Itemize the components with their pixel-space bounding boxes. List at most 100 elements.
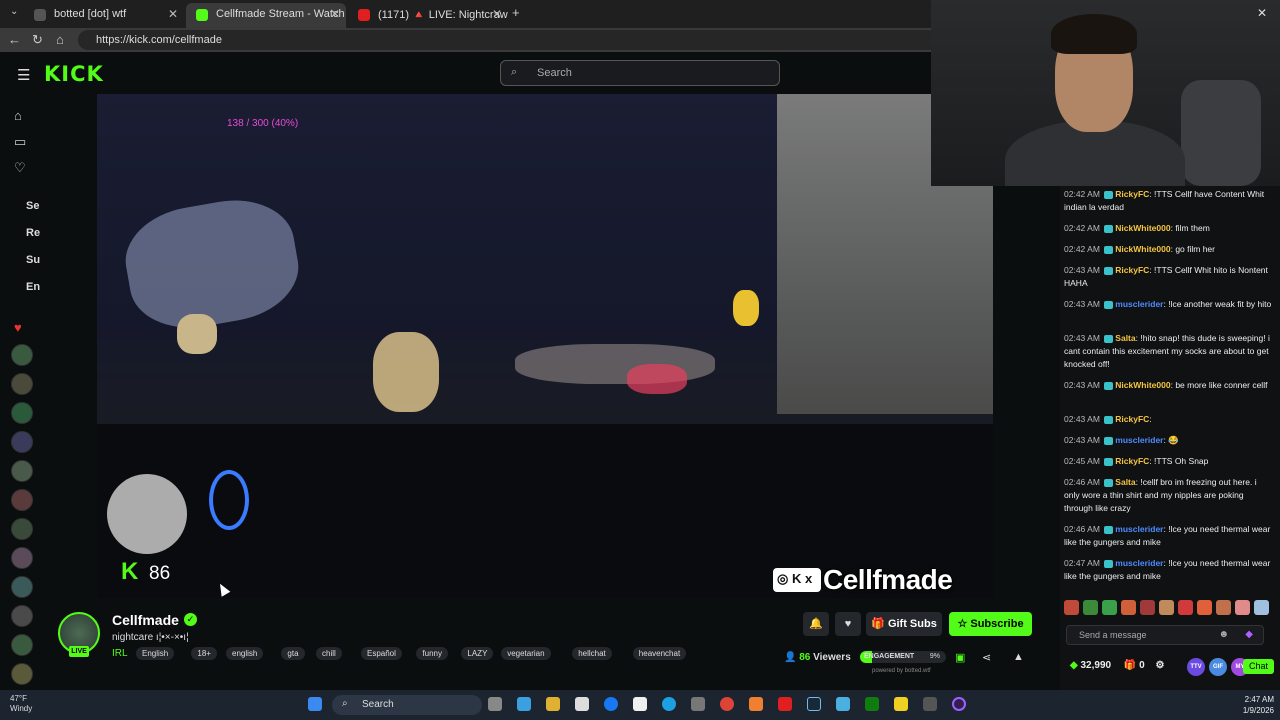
chat-username[interactable]: RickyFC: [1115, 265, 1149, 275]
avatar[interactable]: [11, 431, 33, 453]
chat-username[interactable]: NickWhite000: [1115, 380, 1170, 390]
browse-icon[interactable]: ▭: [14, 134, 26, 150]
xbox-icon[interactable]: [865, 697, 879, 711]
video-player[interactable]: 138 / 300 (40%) K 86 ◎ K x Cellfmade: [97, 94, 993, 598]
emote-icon[interactable]: [1064, 600, 1079, 615]
stream-tag[interactable]: 18+: [191, 647, 217, 660]
sticky-notes-icon[interactable]: [894, 697, 908, 711]
emote-picker-icon[interactable]: ◆: [1245, 629, 1253, 640]
stream-tag[interactable]: gta: [281, 647, 305, 660]
search-input[interactable]: ⌕ Search: [500, 60, 780, 86]
stream-tag[interactable]: chill: [316, 647, 342, 660]
close-icon[interactable]: ✕: [1257, 6, 1267, 20]
stream-category[interactable]: IRL: [112, 648, 128, 659]
settings-icon[interactable]: [923, 697, 937, 711]
emote-icon[interactable]: [1178, 600, 1193, 615]
tab-list-chevron-icon[interactable]: ⌄: [10, 6, 18, 17]
amazon-icon[interactable]: [633, 697, 647, 711]
back-arrow-icon[interactable]: ←: [8, 32, 21, 47]
home-icon[interactable]: ⌂: [14, 108, 22, 123]
report-icon[interactable]: ▲: [1013, 651, 1024, 663]
avatar[interactable]: [11, 373, 33, 395]
chat-send-button[interactable]: Chat: [1243, 659, 1274, 674]
stream-tag[interactable]: heavenchat: [632, 647, 687, 660]
task-view-icon[interactable]: [488, 697, 502, 711]
close-icon[interactable]: ✕: [492, 7, 502, 21]
notification-bell-button[interactable]: 🔔: [803, 612, 829, 636]
url-field[interactable]: https://kick.com/cellfmade: [78, 30, 938, 50]
share-icon[interactable]: ⋖: [982, 651, 991, 664]
kick-logo[interactable]: KICK: [44, 62, 104, 86]
chat-username[interactable]: NickWhite000: [1115, 223, 1170, 233]
stream-tag[interactable]: Español: [361, 647, 402, 660]
sidebar-item-label[interactable]: Su: [26, 254, 40, 266]
avatar[interactable]: [11, 518, 33, 540]
edge-icon[interactable]: [662, 697, 676, 711]
chat-message[interactable]: 02:42 AM RickyFC: !TTS Cellf have Conten…: [1064, 188, 1272, 214]
reload-icon[interactable]: ↻: [32, 32, 43, 48]
chat-message[interactable]: 02:45 AM RickyFC: !TTS Oh Snap: [1064, 455, 1272, 468]
chat-username[interactable]: musclerider: [1115, 524, 1163, 534]
emote-icon[interactable]: [1121, 600, 1136, 615]
chat-username[interactable]: RickyFC: [1115, 456, 1149, 466]
chat-message-input[interactable]: Send a message ☻ ◆: [1066, 625, 1264, 645]
obs-icon[interactable]: [952, 697, 966, 711]
stream-tag[interactable]: English: [136, 647, 175, 660]
chip-gif[interactable]: GIF: [1209, 658, 1227, 676]
chat-username[interactable]: musclerider: [1115, 558, 1163, 568]
avatar[interactable]: [11, 576, 33, 598]
facebook-icon[interactable]: [604, 697, 618, 711]
close-icon[interactable]: ✕: [330, 7, 340, 21]
avatar[interactable]: [11, 344, 33, 366]
tab-youtube[interactable]: (1171) 🔺 LIVE: Nightcrawl | L ✕: [348, 3, 508, 28]
emote-icon[interactable]: [1235, 600, 1250, 615]
emote-icon[interactable]: [1083, 600, 1098, 615]
home-icon[interactable]: ⌂: [56, 32, 64, 47]
following-heart-icon[interactable]: ♡: [14, 160, 26, 176]
channel-points[interactable]: ◆ 32,990 🎁 0 ⚙: [1070, 660, 1164, 671]
emote-icon[interactable]: [1140, 600, 1155, 615]
chat-message[interactable]: 02:43 AM musclerider: !lce another weak …: [1064, 298, 1272, 311]
avatar[interactable]: [11, 547, 33, 569]
chat-username[interactable]: Salta: [1115, 477, 1135, 487]
chat-username[interactable]: Salta: [1115, 333, 1135, 343]
app-icon[interactable]: [836, 697, 850, 711]
stream-tag[interactable]: hellchat: [572, 647, 612, 660]
gift-subs-button[interactable]: 🎁 Gift Subs: [866, 612, 942, 636]
chat-message[interactable]: 02:43 AM NickWhite000: be more like conn…: [1064, 379, 1272, 392]
emote-icon[interactable]: [1159, 600, 1174, 615]
chat-message[interactable]: 02:47 AM musclerider: !lce you need ther…: [1064, 557, 1272, 583]
stream-tag[interactable]: vegetarian: [501, 647, 551, 660]
chat-message[interactable]: 02:43 AM RickyFC:: [1064, 413, 1272, 426]
emote-icon[interactable]: [1102, 600, 1117, 615]
chat-message[interactable]: 02:43 AM Salta: !hito snap! this dude is…: [1064, 332, 1272, 371]
file-explorer-icon[interactable]: [546, 697, 560, 711]
chat-username[interactable]: RickyFC: [1115, 414, 1149, 424]
copilot-icon[interactable]: [517, 697, 531, 711]
hamburger-menu-icon[interactable]: ☰: [17, 66, 30, 84]
steam-icon[interactable]: [807, 697, 821, 711]
calculator-icon[interactable]: [691, 697, 705, 711]
clip-icon[interactable]: ▣: [955, 651, 965, 664]
avatar[interactable]: [11, 663, 33, 685]
stream-tag[interactable]: LAZY: [461, 647, 494, 660]
youtube-icon[interactable]: [778, 697, 792, 711]
chat-message[interactable]: 02:42 AM NickWhite000: go film her: [1064, 243, 1272, 256]
chat-message[interactable]: 02:43 AM RickyFC: !TTS Cellf Whit hito i…: [1064, 264, 1272, 290]
chat-message[interactable]: 02:46 AM Salta: !cellf bro im freezing o…: [1064, 476, 1272, 515]
chat-username[interactable]: RickyFC: [1115, 189, 1149, 199]
chip-ttv[interactable]: TTV: [1187, 658, 1205, 676]
sidebar-item-label[interactable]: En: [26, 281, 40, 293]
chat-message[interactable]: 02:43 AM musclerider: 😂: [1064, 434, 1272, 447]
sidebar-item-label[interactable]: Re: [26, 227, 40, 239]
chrome-icon[interactable]: [720, 697, 734, 711]
follow-button[interactable]: ♥: [835, 612, 861, 636]
vlc-icon[interactable]: [749, 697, 763, 711]
windows-start-icon[interactable]: [308, 697, 322, 711]
chat-username[interactable]: NickWhite000: [1115, 244, 1170, 254]
avatar[interactable]: [11, 605, 33, 627]
chat-username[interactable]: musclerider: [1115, 435, 1163, 445]
chat-message[interactable]: 02:42 AM NickWhite000: film them: [1064, 222, 1272, 235]
chat-username[interactable]: musclerider: [1115, 299, 1163, 309]
avatar[interactable]: [11, 460, 33, 482]
